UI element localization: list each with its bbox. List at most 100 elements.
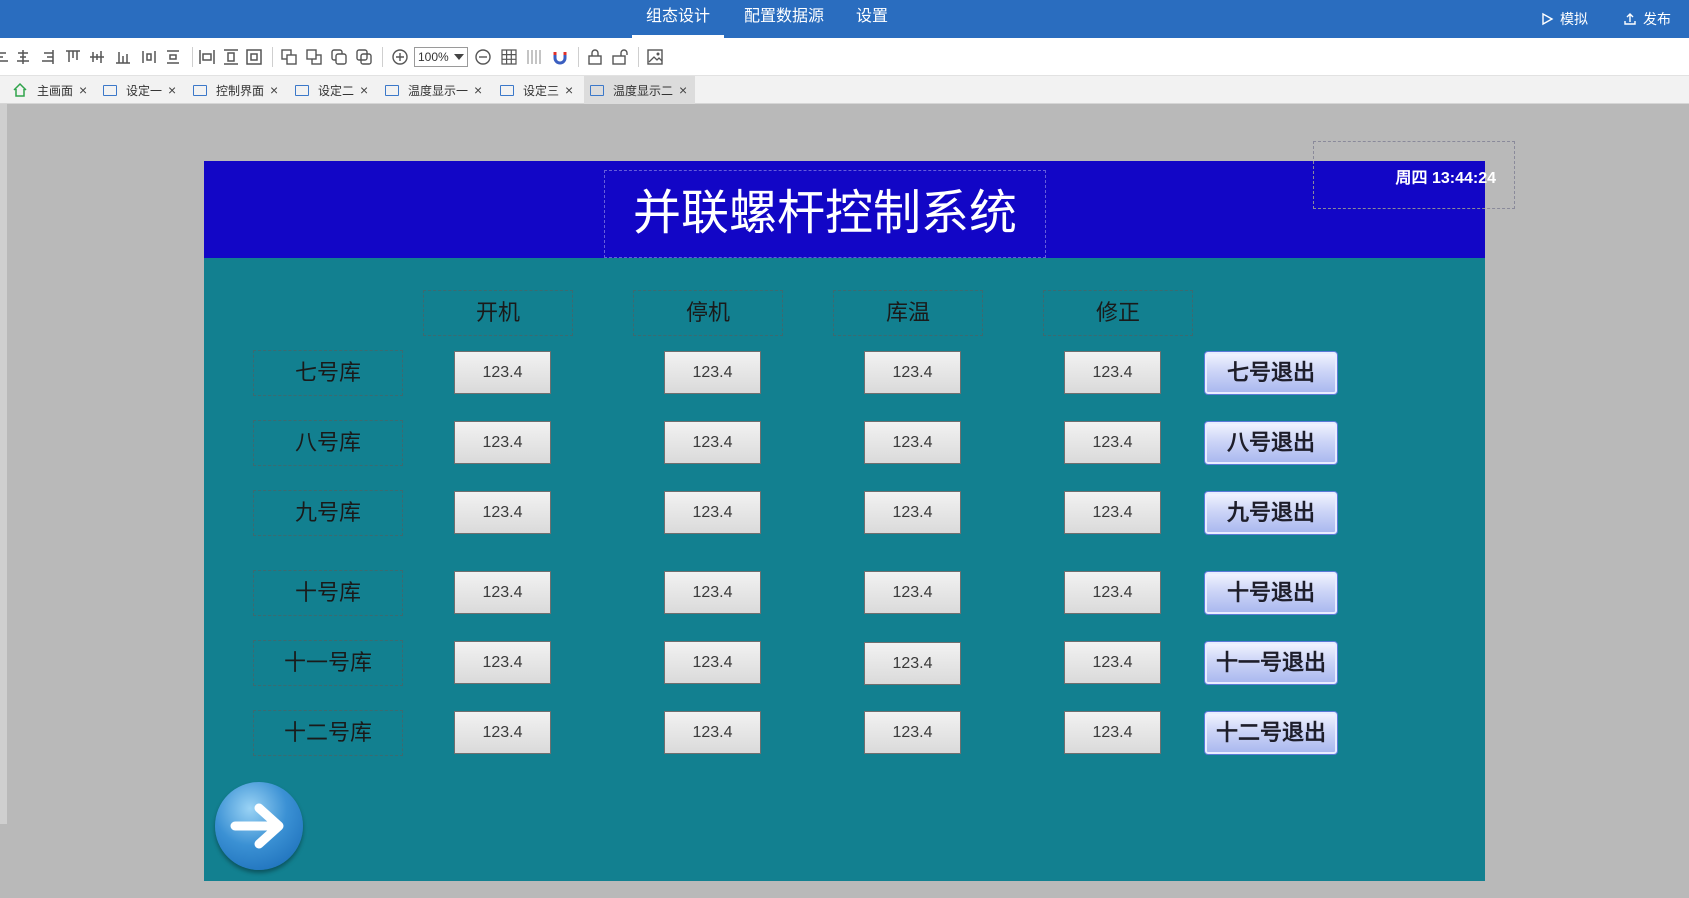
zoom-in-icon[interactable] <box>391 48 409 66</box>
chevron-down-icon <box>454 54 464 60</box>
close-icon[interactable]: × <box>79 83 87 97</box>
value-cell[interactable]: 123.4 <box>864 571 961 614</box>
same-width-icon[interactable] <box>198 48 216 66</box>
close-icon[interactable]: × <box>168 83 176 97</box>
value-cell[interactable]: 123.4 <box>664 491 761 534</box>
align-middle-icon[interactable] <box>88 48 106 66</box>
tab-control[interactable]: 控制界面 × <box>193 76 278 104</box>
tab-main[interactable]: 主画面 × <box>12 76 87 104</box>
value-cell[interactable]: 123.4 <box>1064 421 1161 464</box>
value-cell[interactable]: 123.4 <box>1064 491 1161 534</box>
value-cell[interactable]: 123.4 <box>664 711 761 754</box>
value-cell[interactable]: 123.4 <box>664 351 761 394</box>
ruler-icon[interactable] <box>525 48 543 66</box>
tab-label: 控制界面 <box>216 83 265 98</box>
value-cell[interactable]: 123.4 <box>1064 711 1161 754</box>
value-cell[interactable]: 123.4 <box>454 571 551 614</box>
send-back-icon[interactable] <box>305 48 323 66</box>
distribute-h-icon[interactable] <box>140 48 158 66</box>
exit-button-8[interactable]: 八号退出 <box>1204 421 1338 465</box>
value-cell[interactable]: 123.4 <box>1064 641 1161 684</box>
exit-button-12[interactable]: 十二号退出 <box>1204 711 1338 755</box>
tab-setting-1[interactable]: 设定一 × <box>103 76 176 104</box>
tab-label: 设定二 <box>318 83 355 98</box>
tab-label: 温度显示一 <box>408 83 469 98</box>
document-tabs: 主画面 × 设定一 × 控制界面 × 设定二 × 温度显示一 × 设定三 × 温… <box>0 76 1689 104</box>
close-icon[interactable]: × <box>565 83 573 97</box>
unlock-icon[interactable] <box>611 48 629 66</box>
image-icon[interactable] <box>646 48 664 66</box>
close-icon[interactable]: × <box>360 83 368 97</box>
zoom-select[interactable]: 100% <box>414 47 468 67</box>
left-ruler <box>0 104 7 824</box>
align-center-icon[interactable] <box>14 48 32 66</box>
column-header-start: 开机 <box>423 290 573 336</box>
clock-text: 周四 13:44:24 <box>1395 170 1497 187</box>
value-cell[interactable]: 123.4 <box>664 421 761 464</box>
menu-design[interactable]: 组态设计 <box>632 0 724 38</box>
align-top-icon[interactable] <box>64 48 82 66</box>
upload-icon <box>1624 13 1636 25</box>
value-cell[interactable]: 123.4 <box>454 351 551 394</box>
row-label: 九号库 <box>253 490 403 536</box>
exit-button-9[interactable]: 九号退出 <box>1204 491 1338 535</box>
grid-icon[interactable] <box>500 48 518 66</box>
zoom-value: 100% <box>418 50 449 64</box>
distribute-v-icon[interactable] <box>164 48 182 66</box>
align-left-icon[interactable] <box>0 48 12 66</box>
value-cell[interactable]: 123.4 <box>864 711 961 754</box>
simulate-button[interactable]: 模拟 <box>1540 0 1588 38</box>
bring-front-icon[interactable] <box>280 48 298 66</box>
page-icon <box>295 84 309 96</box>
page-icon <box>103 84 117 96</box>
ungroup-icon[interactable] <box>355 48 373 66</box>
value-cell[interactable]: 123.4 <box>454 641 551 684</box>
exit-button-10[interactable]: 十号退出 <box>1204 571 1338 615</box>
exit-button-11[interactable]: 十一号退出 <box>1204 641 1338 685</box>
tab-setting-2[interactable]: 设定二 × <box>295 76 368 104</box>
home-icon <box>13 82 27 97</box>
arrow-right-icon <box>230 803 284 849</box>
same-height-icon[interactable] <box>222 48 240 66</box>
value-cell[interactable]: 123.4 <box>1064 571 1161 614</box>
clock-widget[interactable]: 周四 13:44:24 <box>1313 141 1515 209</box>
value-cell[interactable]: 123.4 <box>454 491 551 534</box>
page-icon <box>500 84 514 96</box>
value-cell[interactable]: 123.4 <box>664 571 761 614</box>
menu-datasource[interactable]: 配置数据源 <box>738 0 830 38</box>
align-right-icon[interactable] <box>38 48 56 66</box>
same-size-icon[interactable] <box>245 48 263 66</box>
tab-label: 设定三 <box>523 83 560 98</box>
group-icon[interactable] <box>330 48 348 66</box>
zoom-out-icon[interactable] <box>474 48 492 66</box>
close-icon[interactable]: × <box>474 83 482 97</box>
page-icon <box>193 84 207 96</box>
next-page-button[interactable] <box>215 782 303 870</box>
tab-label: 主画面 <box>37 83 74 98</box>
close-icon[interactable]: × <box>270 83 278 97</box>
page-title[interactable]: 并联螺杆控制系统 <box>604 170 1046 258</box>
tab-temp-1[interactable]: 温度显示一 × <box>385 76 482 104</box>
value-cell[interactable]: 123.4 <box>864 642 961 685</box>
value-cell[interactable]: 123.4 <box>454 711 551 754</box>
tab-temp-2[interactable]: 温度显示二 × <box>584 76 696 104</box>
value-cell[interactable]: 123.4 <box>864 491 961 534</box>
toolbar: 100% <box>0 38 1689 76</box>
tab-setting-3[interactable]: 设定三 × <box>500 76 573 104</box>
menu-settings[interactable]: 设置 <box>848 0 896 38</box>
value-cell[interactable]: 123.4 <box>864 351 961 394</box>
publish-button[interactable]: 发布 <box>1623 0 1671 38</box>
value-cell[interactable]: 123.4 <box>454 421 551 464</box>
value-cell[interactable]: 123.4 <box>664 641 761 684</box>
row-label: 十一号库 <box>253 640 403 686</box>
value-cell[interactable]: 123.4 <box>864 421 961 464</box>
design-canvas[interactable]: 并联螺杆控制系统 周四 13:44:24 开机 停机 库温 修正 七号库 123… <box>204 141 1515 881</box>
exit-button-7[interactable]: 七号退出 <box>1204 351 1338 395</box>
top-menu-bar: 组态设计 配置数据源 设置 模拟 发布 <box>0 0 1689 38</box>
close-icon[interactable]: × <box>679 83 687 97</box>
magnet-icon[interactable] <box>551 48 569 66</box>
lock-icon[interactable] <box>586 48 604 66</box>
align-bottom-icon[interactable] <box>114 48 132 66</box>
row-label: 七号库 <box>253 350 403 396</box>
value-cell[interactable]: 123.4 <box>1064 351 1161 394</box>
